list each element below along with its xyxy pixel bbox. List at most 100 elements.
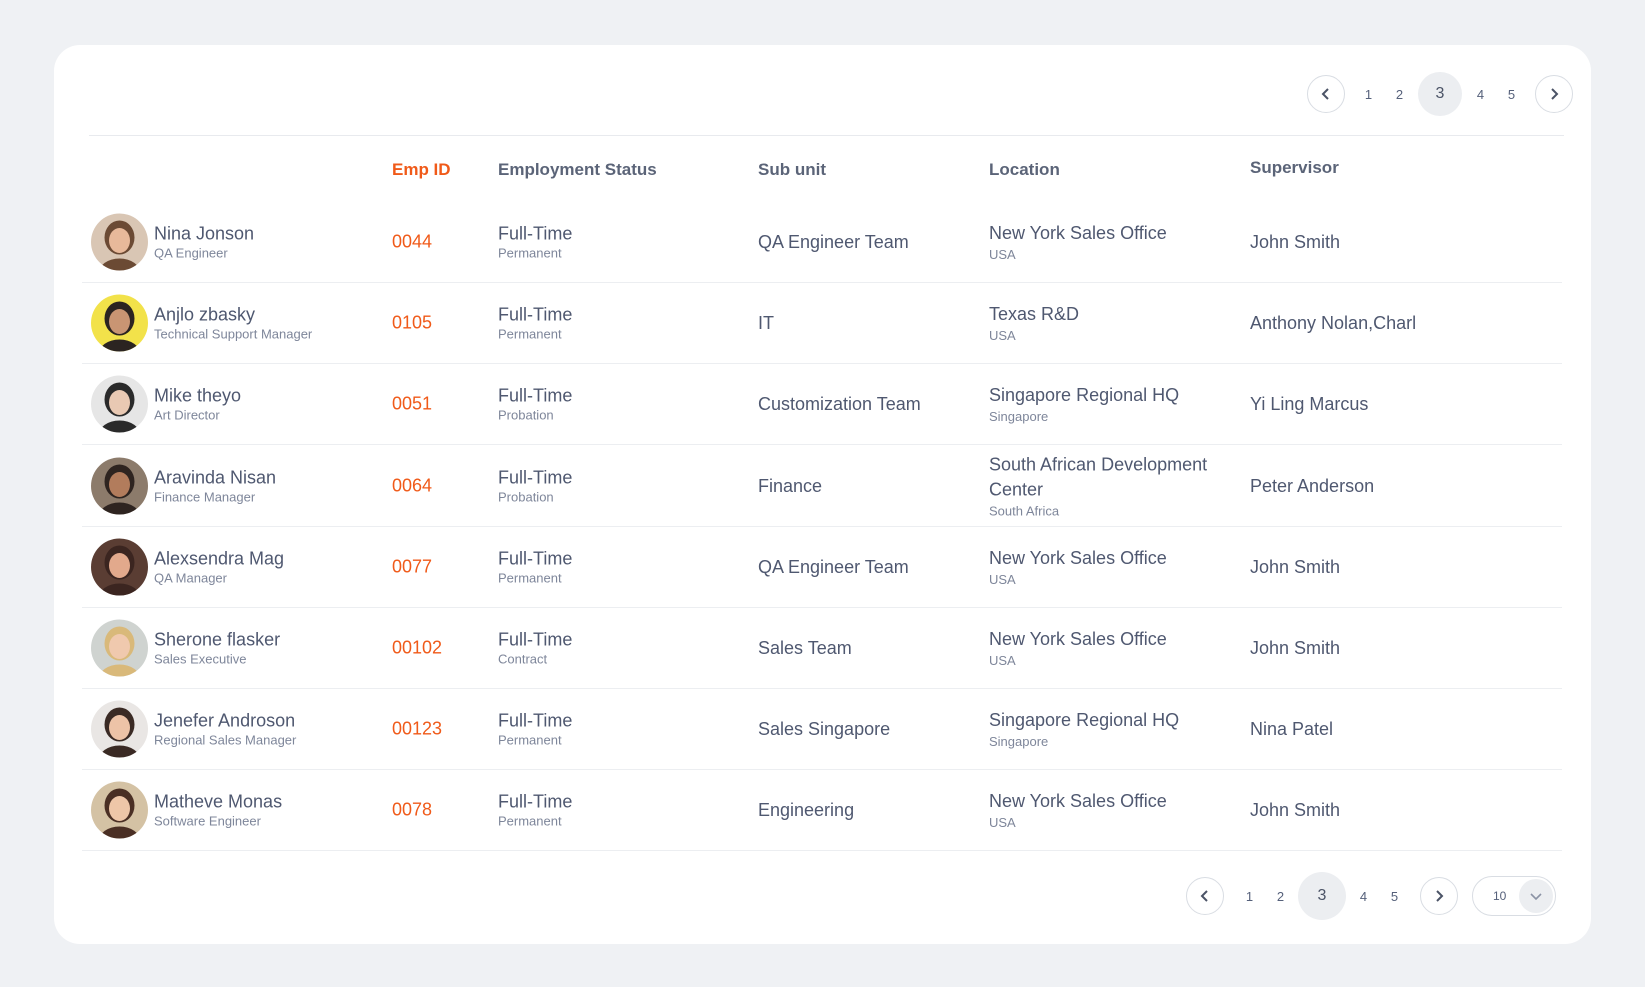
col-header-sub-unit[interactable]: Sub unit bbox=[758, 160, 826, 180]
page-5-button[interactable]: 5 bbox=[1496, 72, 1527, 116]
location-cell: New York Sales Office USA bbox=[989, 546, 1219, 588]
pagination-bottom: 1 2 3 4 5 10 bbox=[1186, 872, 1556, 920]
employee-cell: Alexsendra Mag QA Manager bbox=[154, 548, 284, 587]
page-5-button[interactable]: 5 bbox=[1379, 874, 1410, 918]
location-cell: Texas R&D USA bbox=[989, 302, 1219, 344]
sub-unit: IT bbox=[758, 313, 774, 333]
employment-status-cell: Full-Time Probation bbox=[498, 385, 572, 424]
col-header-emp-id[interactable]: Emp ID bbox=[392, 160, 451, 180]
avatar[interactable] bbox=[91, 375, 148, 433]
table-row[interactable]: Matheve Monas Software Engineer 0078 Full-T… bbox=[82, 770, 1562, 851]
avatar-face bbox=[109, 471, 130, 497]
avatar[interactable] bbox=[91, 294, 148, 352]
avatar-photo bbox=[91, 619, 148, 677]
employment-type: Permanent bbox=[498, 326, 562, 342]
table-row[interactable]: Anjlo zbasky Technical Support Manager 010… bbox=[82, 283, 1562, 364]
col-header-employment-status[interactable]: Employment Status bbox=[498, 160, 657, 180]
employee-name[interactable]: Matheve Monas bbox=[154, 791, 282, 813]
location-name: South African Development Center bbox=[989, 454, 1208, 499]
location-name: Singapore Regional HQ bbox=[989, 710, 1180, 730]
table-row[interactable]: Aravinda Nisan Finance Manager 0064 Full-Ti… bbox=[82, 445, 1562, 527]
employee-name[interactable]: Aravinda Nisan bbox=[154, 466, 276, 488]
supervisor: Nina Patel bbox=[1250, 719, 1334, 739]
sub-unit: Customization Team bbox=[758, 394, 921, 414]
rows-per-page-select[interactable]: 10 bbox=[1472, 876, 1556, 916]
employment-status-cell: Full-Time Contract bbox=[498, 629, 572, 668]
location-cell: New York Sales Office USA bbox=[989, 789, 1219, 831]
location-cell: Singapore Regional HQ Singapore bbox=[989, 383, 1219, 425]
employee-cell: Matheve Monas Software Engineer bbox=[154, 791, 282, 830]
supervisor: Yi Ling Marcus bbox=[1250, 394, 1369, 414]
rows-per-page-value: 10 bbox=[1493, 889, 1507, 903]
employee-job-title: Technical Support Manager bbox=[154, 326, 313, 342]
next-page-button[interactable] bbox=[1535, 75, 1573, 113]
emp-id: 00123 bbox=[392, 718, 443, 739]
avatar-photo bbox=[91, 538, 148, 596]
avatar-photo bbox=[91, 781, 148, 839]
avatar[interactable] bbox=[91, 619, 148, 677]
employee-name[interactable]: Mike theyo bbox=[154, 385, 241, 407]
avatar-photo bbox=[91, 375, 148, 433]
next-page-button[interactable] bbox=[1420, 877, 1458, 915]
employee-cell: Mike theyo Art Director bbox=[154, 385, 241, 424]
employee-job-title: Software Engineer bbox=[154, 813, 261, 829]
page-3-button[interactable]: 3 bbox=[1418, 72, 1462, 116]
prev-page-button[interactable] bbox=[1186, 877, 1224, 915]
location-country: Singapore bbox=[989, 734, 1049, 749]
location-country: USA bbox=[989, 653, 1016, 668]
dropdown-toggle[interactable] bbox=[1519, 879, 1553, 913]
location-cell: New York Sales Office USA bbox=[989, 221, 1219, 263]
location-cell: Singapore Regional HQ Singapore bbox=[989, 708, 1219, 750]
emp-id: 0078 bbox=[392, 799, 433, 820]
sub-unit: QA Engineer Team bbox=[758, 232, 909, 252]
sub-unit: Finance bbox=[758, 475, 823, 496]
employment-status: Full-Time bbox=[498, 629, 573, 650]
page-3-button[interactable]: 3 bbox=[1298, 872, 1346, 920]
page-1-button[interactable]: 1 bbox=[1234, 874, 1265, 918]
employee-cell: Nina Jonson QA Engineer bbox=[154, 223, 254, 262]
employment-type: Contract bbox=[498, 651, 548, 667]
sub-unit: Engineering bbox=[758, 800, 855, 820]
table-row[interactable]: Jenefer Androson Regional Sales Manager 00… bbox=[82, 689, 1562, 770]
employee-name[interactable]: Alexsendra Mag bbox=[154, 548, 284, 570]
page-4-button[interactable]: 4 bbox=[1348, 874, 1379, 918]
supervisor: John Smith bbox=[1250, 638, 1341, 658]
prev-page-button[interactable] bbox=[1307, 75, 1345, 113]
emp-id: 0044 bbox=[392, 231, 433, 252]
emp-id: 0105 bbox=[392, 312, 433, 333]
avatar[interactable] bbox=[91, 457, 148, 514]
employee-job-title: QA Engineer bbox=[154, 245, 228, 261]
avatar[interactable] bbox=[91, 781, 148, 839]
sub-unit: Sales Team bbox=[758, 638, 852, 658]
col-header-supervisor[interactable]: Supervisor bbox=[1250, 158, 1339, 178]
supervisor: Peter Anderson bbox=[1250, 475, 1375, 496]
avatar[interactable] bbox=[91, 538, 148, 596]
employment-status-cell: Full-Time Permanent bbox=[498, 791, 572, 830]
table-row[interactable]: Alexsendra Mag QA Manager 0077 Full-Time Per… bbox=[82, 527, 1562, 608]
col-header-location[interactable]: Location bbox=[989, 160, 1060, 180]
sub-unit: QA Engineer Team bbox=[758, 557, 909, 577]
location-country: USA bbox=[989, 247, 1016, 262]
page-2-button[interactable]: 2 bbox=[1384, 72, 1415, 116]
table-row[interactable]: Nina Jonson QA Engineer 0044 Full-Time Perma… bbox=[82, 202, 1562, 283]
page-2-button[interactable]: 2 bbox=[1265, 874, 1296, 918]
avatar-face bbox=[109, 309, 130, 334]
table-row[interactable]: Sherone flasker Sales Executive 00102 Full-… bbox=[82, 608, 1562, 689]
avatar-face bbox=[109, 228, 130, 253]
employment-status-cell: Full-Time Permanent bbox=[498, 548, 572, 587]
employee-name[interactable]: Sherone flasker bbox=[154, 629, 280, 651]
avatar[interactable] bbox=[91, 213, 148, 271]
avatar[interactable] bbox=[91, 700, 148, 758]
table-row[interactable]: Mike theyo Art Director 0051 Full-Time Proba… bbox=[82, 364, 1562, 445]
employee-job-title: QA Manager bbox=[154, 570, 227, 586]
employment-type: Permanent bbox=[498, 245, 562, 261]
location-name: New York Sales Office bbox=[989, 791, 1167, 811]
location-country: USA bbox=[989, 328, 1016, 343]
avatar-photo bbox=[91, 457, 148, 514]
employee-name[interactable]: Jenefer Androson bbox=[154, 710, 296, 732]
location-cell: South African Development Center South Af… bbox=[989, 452, 1219, 519]
employee-name[interactable]: Nina Jonson bbox=[154, 223, 254, 245]
page-4-button[interactable]: 4 bbox=[1465, 72, 1496, 116]
employee-name[interactable]: Anjlo zbasky bbox=[154, 304, 312, 326]
page-1-button[interactable]: 1 bbox=[1353, 72, 1384, 116]
